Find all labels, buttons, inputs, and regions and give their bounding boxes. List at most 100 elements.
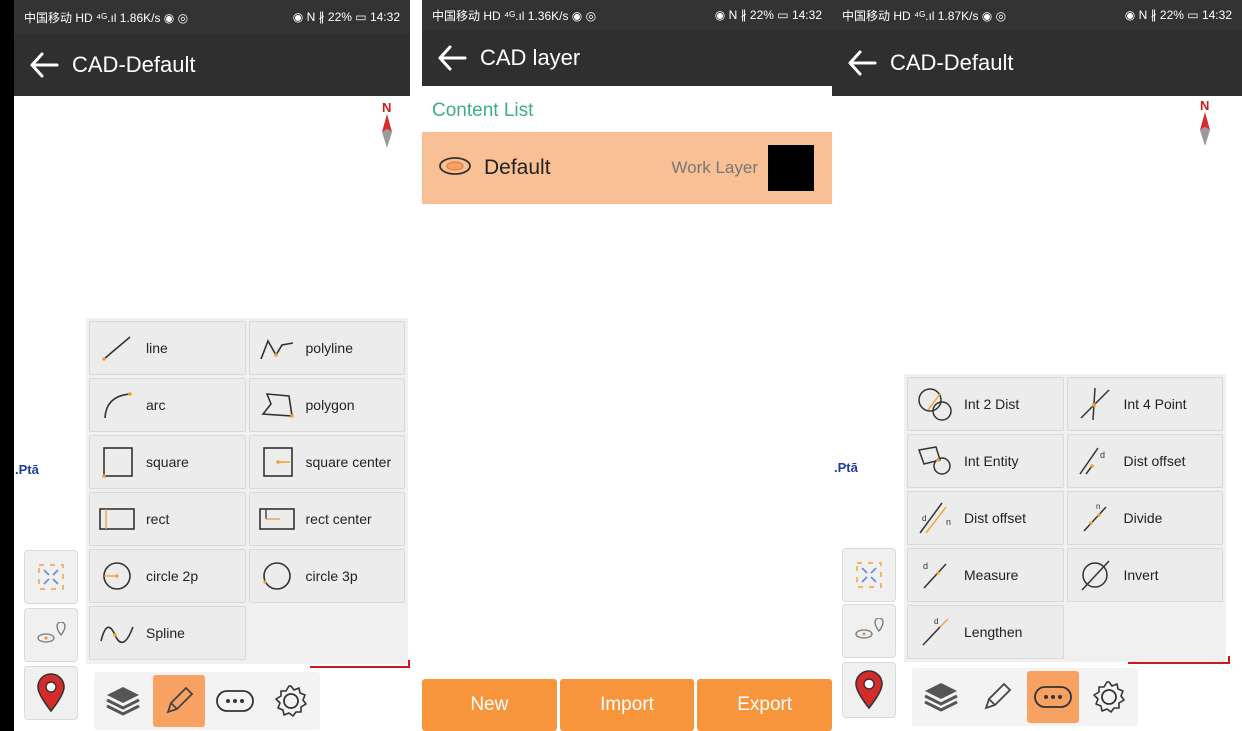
location-button[interactable] [842, 662, 896, 718]
svg-text:d: d [923, 561, 928, 571]
layer-name: Default [484, 156, 551, 179]
tool-int-entity[interactable]: Int Entity [907, 434, 1064, 488]
tool-circle-2p[interactable]: circle 2p [89, 549, 246, 603]
tool-int-2-dist[interactable]: Int 2 Dist [907, 377, 1064, 431]
tool-label: Measure [964, 567, 1019, 583]
polyline-icon [258, 331, 296, 365]
dist-offset-icon: d [1076, 444, 1114, 478]
tool-divide[interactable]: n Divide [1066, 491, 1223, 545]
tool-dist-offset-a[interactable]: d Dist offset [1066, 434, 1223, 488]
status-left: 中国移动 HD ⁴ᴳ.ıl 1.87K/s ◉ ◎ [842, 8, 1007, 23]
tool-polyline[interactable]: polyline [248, 321, 405, 375]
tool-measure[interactable]: d Measure [907, 548, 1064, 602]
circle-3p-icon [258, 559, 296, 593]
work-layer-tag: Work Layer [671, 158, 758, 177]
status-left: 中国移动 HD ⁴ᴳ.ıl 1.36K/s ◉ ◎ [432, 8, 597, 23]
polygon-icon [258, 388, 296, 422]
pencil-icon [984, 682, 1012, 710]
eye-pin-icon [855, 618, 884, 639]
gear-icon [1093, 681, 1125, 713]
app-bar: CAD-Default [14, 34, 410, 96]
lengthen-icon: d [916, 615, 954, 649]
square-icon [98, 445, 136, 479]
eye-pin-icon [37, 622, 66, 643]
layer-color-swatch[interactable] [768, 145, 814, 191]
tool-label: Int Entity [964, 453, 1019, 469]
tool-rect[interactable]: rect [89, 492, 246, 546]
tool-int-4-point[interactable]: Int 4 Point [1066, 377, 1223, 431]
zoom-extent-button[interactable] [24, 550, 78, 604]
circle-2p-icon [98, 559, 136, 593]
draw-button[interactable] [153, 675, 205, 727]
tool-label: Spline [146, 625, 185, 641]
settings-button[interactable] [1083, 671, 1135, 723]
import-button[interactable]: Import [559, 679, 695, 731]
bottom-toolbar [94, 672, 320, 730]
back-arrow-icon[interactable] [844, 48, 880, 78]
svg-text:d: d [922, 514, 926, 523]
eye-icon[interactable] [438, 155, 472, 182]
svg-text:d: d [1100, 450, 1105, 460]
int-2-dist-icon [916, 387, 954, 421]
rect-icon [98, 502, 136, 536]
arc-icon [98, 388, 136, 422]
layer-row[interactable]: Default Work Layer [422, 132, 832, 204]
point-view-button[interactable] [842, 604, 896, 658]
rect-center-icon [258, 502, 296, 536]
page-title: CAD-Default [72, 52, 196, 77]
layers-button[interactable] [97, 675, 149, 727]
tool-label: square [146, 454, 189, 470]
tool-rect-center[interactable]: rect center [248, 492, 405, 546]
tool-label: Int 2 Dist [964, 396, 1020, 412]
tool-label: arc [146, 397, 166, 413]
status-right: ◉ N ∦ 22% ▭ 14:32 [292, 10, 400, 24]
svg-text:n: n [946, 517, 951, 527]
point-label: .Ptā [15, 462, 39, 477]
location-pin-icon [37, 673, 65, 713]
location-pin-icon [855, 670, 883, 710]
tool-label: polyline [305, 340, 353, 356]
tool-line[interactable]: line [89, 321, 246, 375]
zoom-extent-icon [38, 564, 64, 590]
tool-square-center[interactable]: square center [248, 435, 405, 489]
svg-text:d: d [934, 617, 938, 626]
point-view-button[interactable] [24, 608, 78, 662]
new-button[interactable]: New [422, 679, 557, 731]
layers-button[interactable] [915, 671, 967, 723]
back-arrow-icon[interactable] [26, 50, 62, 80]
export-button[interactable]: Export [697, 679, 832, 731]
tool-polygon[interactable]: polygon [248, 378, 405, 432]
zoom-extent-button[interactable] [842, 548, 896, 602]
more-icon [216, 690, 254, 712]
location-button[interactable] [24, 666, 78, 720]
draw-tools-panel: line polyline arc polygon square square … [86, 318, 408, 664]
more-tools-button[interactable] [209, 675, 261, 727]
tool-label: rect [146, 511, 170, 527]
tool-arc[interactable]: arc [89, 378, 246, 432]
spline-icon [98, 616, 136, 650]
tool-lengthen[interactable]: d Lengthen [907, 605, 1064, 659]
app-bar: CAD-Default [832, 30, 1242, 96]
tool-circle-3p[interactable]: circle 3p [248, 549, 405, 603]
back-arrow-icon[interactable] [434, 43, 470, 73]
line-icon [98, 331, 136, 365]
settings-button[interactable] [265, 675, 317, 727]
more-tools-button[interactable] [1027, 671, 1079, 723]
gear-icon [275, 685, 307, 717]
layer-actions: New Import Export [422, 679, 832, 731]
tool-invert[interactable]: Invert [1066, 548, 1223, 602]
tool-spline[interactable]: Spline [89, 606, 246, 660]
pencil-icon [166, 686, 194, 714]
status-right: ◉ N ∦ 22% ▭ 14:32 [1124, 8, 1232, 22]
draw-button[interactable] [971, 671, 1023, 723]
status-bar: 中国移动 HD ⁴ᴳ.ıl 1.87K/s ◉ ◎ ◉ N ∦ 22% ▭ 14… [832, 0, 1242, 30]
tool-label: rect center [305, 511, 372, 527]
tool-dist-offset-b[interactable]: n d Dist offset [907, 491, 1064, 545]
status-bar: 中国移动 HD ⁴ᴳ.ıl 1.86K/s ◉ ◎ ◉ N ∦ 22% ▭ 14… [14, 0, 410, 34]
tool-square[interactable]: square [89, 435, 246, 489]
tool-label: Int 4 Point [1123, 396, 1187, 412]
svg-text:n: n [1096, 502, 1100, 511]
screen-cad-layer: 中国移动 HD ⁴ᴳ.ıl 1.36K/s ◉ ◎ ◉ N ∦ 22% ▭ 14… [422, 0, 832, 731]
page-title: CAD-Default [890, 50, 1014, 75]
tool-label: square center [305, 454, 392, 470]
